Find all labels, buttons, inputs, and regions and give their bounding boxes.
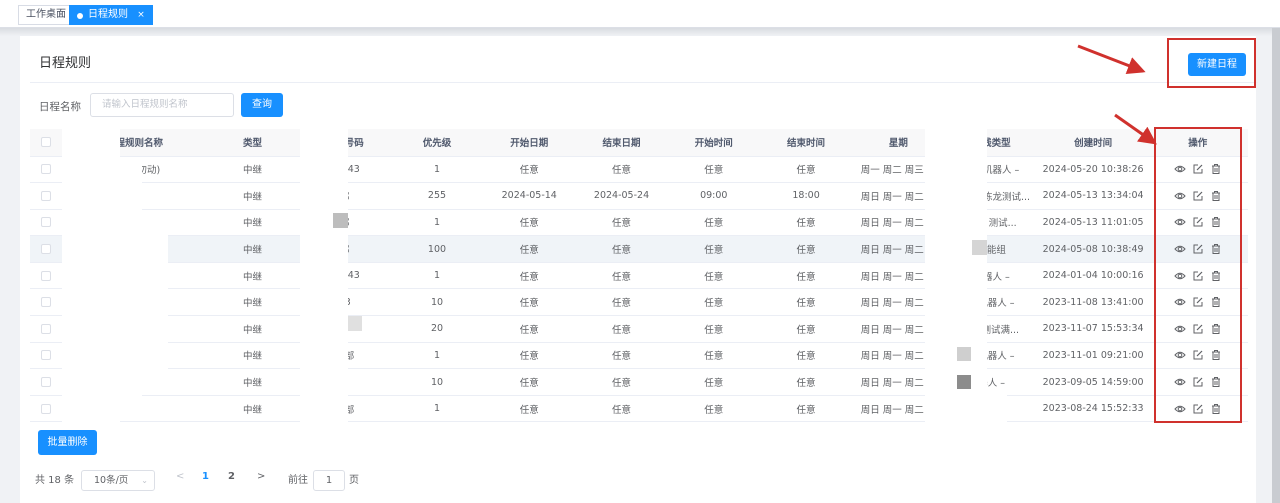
page-1[interactable]: 1: [202, 471, 209, 482]
chevron-down-icon: ⌄: [141, 476, 148, 485]
goto-page-input[interactable]: 1: [313, 470, 345, 491]
total-count: 共 18 条: [35, 475, 75, 486]
page-suffix: 页: [349, 475, 359, 486]
next-page-button[interactable]: >: [257, 471, 265, 482]
batch-delete-button[interactable]: 批量删除: [38, 430, 97, 455]
page-size-select[interactable]: 10条/页 ⌄: [81, 470, 155, 491]
goto-label: 前往: [288, 475, 308, 486]
page-size-value: 10条/页: [94, 475, 129, 486]
annotation-arrows: [1077, 44, 1157, 145]
prev-page-button[interactable]: <: [176, 471, 184, 482]
page-2[interactable]: 2: [228, 471, 235, 482]
